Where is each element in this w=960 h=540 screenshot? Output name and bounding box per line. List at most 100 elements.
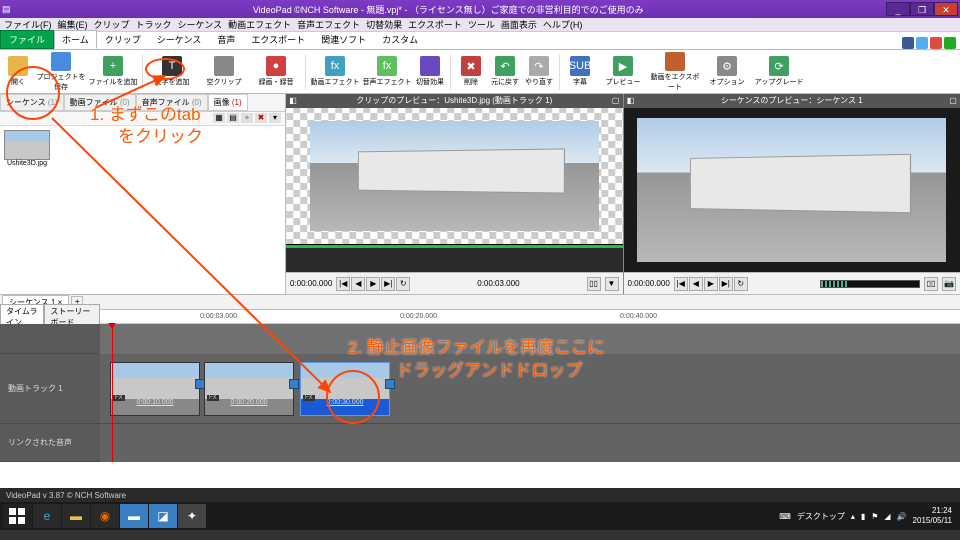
- bin-tab[interactable]: 動画ファイル (0): [64, 94, 136, 111]
- ribbon-button-label: 動画をエクスポート: [650, 72, 700, 92]
- tray-up-icon[interactable]: ▴: [851, 512, 855, 521]
- taskbar-explorer-icon[interactable]: ▬: [62, 504, 90, 528]
- playback-button[interactable]: ▶: [704, 277, 718, 291]
- seq-overlay-icon[interactable]: ▯▯: [924, 277, 938, 291]
- ribbon-button[interactable]: 切替効果: [414, 52, 446, 92]
- content-row: シーケンス (1)動画ファイル (0)音声ファイル (0)画像 (1) ▦ ▤ …: [0, 94, 960, 294]
- ribbon-button[interactable]: ⚙オプション: [702, 52, 752, 92]
- video-track[interactable]: 0:00:10.000FX0:00:20.000FX0:00:30.000FX: [100, 354, 960, 424]
- menu-item[interactable]: 画面表示: [501, 18, 537, 31]
- playback-button[interactable]: ◀: [351, 277, 365, 291]
- ribbon-tab[interactable]: 音声: [209, 30, 243, 49]
- bin-thumbnail[interactable]: Ushite3D.jpg: [4, 130, 50, 167]
- ribbon-tab[interactable]: カスタム: [374, 30, 426, 49]
- timeline-clip[interactable]: 0:00:10.000FX: [110, 362, 200, 416]
- ribbon-toolbar: 開くプロジェクトを保存+ファイルを追加T文字を追加空クリップ●録画・録音fx動画…: [0, 50, 960, 94]
- ribbon-tab[interactable]: ホーム: [54, 30, 97, 49]
- audio-track-label[interactable]: リンクされた音声: [0, 424, 100, 462]
- ribbon-button[interactable]: ↶元に戻す: [489, 52, 521, 92]
- clip-fx-badge[interactable]: FX: [113, 395, 125, 401]
- playback-button[interactable]: ↻: [396, 277, 410, 291]
- playhead[interactable]: [112, 324, 113, 462]
- bin-tool-icon[interactable]: ▤: [227, 113, 239, 123]
- bin-tab[interactable]: 画像 (1): [208, 94, 248, 111]
- gplus-icon[interactable]: [930, 37, 942, 49]
- tray-desktop-label[interactable]: デスクトップ: [797, 511, 845, 522]
- seq-snapshot-icon[interactable]: 📷: [942, 277, 956, 291]
- overlay-track[interactable]: [100, 324, 960, 354]
- twitter-icon[interactable]: [916, 37, 928, 49]
- ribbon-button[interactable]: fx音声エフェクト: [362, 52, 412, 92]
- file-tab[interactable]: ファイル: [0, 30, 54, 49]
- window-controls: _ ❐ ✕: [886, 2, 958, 16]
- close-button[interactable]: ✕: [934, 2, 958, 16]
- ribbon-button[interactable]: SUB字幕: [564, 52, 596, 92]
- clip-down-icon[interactable]: ▼: [605, 277, 619, 291]
- ribbon-button[interactable]: ✖削除: [455, 52, 487, 92]
- bin-menu-icon[interactable]: ▾: [269, 113, 281, 123]
- tray-flag-icon[interactable]: ⚑: [871, 512, 878, 521]
- ribbon-button[interactable]: +ファイルを追加: [88, 52, 138, 92]
- timeline-clip[interactable]: 0:00:20.000FX: [204, 362, 294, 416]
- ribbon-button[interactable]: ⟳アップグレード: [754, 52, 804, 92]
- clip-preview-filmstrip[interactable]: [286, 244, 623, 272]
- facebook-icon[interactable]: [902, 37, 914, 49]
- clip-fx-badge[interactable]: FX: [207, 395, 219, 401]
- playback-button[interactable]: |◀: [336, 277, 350, 291]
- video-track-label[interactable]: 動画トラック 1: [0, 354, 100, 424]
- seq-scrubber[interactable]: [820, 280, 920, 288]
- ribbon-button[interactable]: 空クリップ: [199, 52, 249, 92]
- share-icon[interactable]: [944, 37, 956, 49]
- menu-item[interactable]: ツール: [468, 18, 495, 31]
- ribbon-button[interactable]: ▶プレビュー: [598, 52, 648, 92]
- ribbon-tab[interactable]: エクスポート: [243, 30, 313, 49]
- ribbon-button[interactable]: ↷やり直す: [523, 52, 555, 92]
- ribbon-button[interactable]: fx動画エフェクト: [310, 52, 360, 92]
- ribbon-button[interactable]: ●録画・録音: [251, 52, 301, 92]
- ribbon-tab[interactable]: クリップ: [97, 30, 149, 49]
- clip-overlay-icon[interactable]: ▯▯: [587, 277, 601, 291]
- tray-keyboard-icon[interactable]: ⌨: [779, 512, 791, 521]
- taskbar-ie-icon[interactable]: e: [33, 504, 61, 528]
- clip-transition-handle[interactable]: [385, 379, 395, 389]
- menu-item[interactable]: ヘルプ(H): [543, 18, 583, 31]
- playback-button[interactable]: ▶|: [719, 277, 733, 291]
- playback-button[interactable]: ▶|: [381, 277, 395, 291]
- taskbar-videopad-icon[interactable]: ✦: [178, 504, 206, 528]
- ribbon-tab[interactable]: 関連ソフト: [313, 30, 374, 49]
- clip-transition-handle[interactable]: [289, 379, 299, 389]
- audio-track[interactable]: [100, 424, 960, 462]
- bin-tab[interactable]: 音声ファイル (0): [136, 94, 208, 111]
- playback-button[interactable]: ▶: [366, 277, 380, 291]
- bin-tab-count: (0): [118, 98, 130, 107]
- panel-pin-icon[interactable]: ◧: [286, 94, 300, 108]
- playback-button[interactable]: ↻: [734, 277, 748, 291]
- bin-body[interactable]: Ushite3D.jpg: [0, 126, 285, 294]
- ribbon-button-label: 元に戻す: [491, 77, 519, 87]
- ribbon-button[interactable]: 動画をエクスポート: [650, 52, 700, 92]
- bin-delete-icon[interactable]: ✖: [255, 113, 267, 123]
- tray-clock[interactable]: 21:24 2015/05/11: [913, 506, 952, 526]
- bin-add-icon[interactable]: +: [241, 113, 253, 123]
- tray-wifi-icon[interactable]: ◢: [884, 512, 890, 521]
- taskbar-app-icon[interactable]: ◪: [149, 504, 177, 528]
- tray-network-icon[interactable]: ▮: [861, 512, 865, 521]
- minimize-button[interactable]: _: [886, 2, 910, 16]
- timeline-scroll-area[interactable]: [0, 462, 960, 488]
- start-button[interactable]: [2, 504, 32, 528]
- ribbon-button-icon: +: [103, 56, 123, 76]
- bin-tool-icon[interactable]: ▦: [213, 113, 225, 123]
- taskbar-firefox-icon[interactable]: ◉: [91, 504, 119, 528]
- maximize-button[interactable]: ❐: [910, 2, 934, 16]
- playback-button[interactable]: |◀: [674, 277, 688, 291]
- panel-pin-icon[interactable]: ◧: [624, 94, 638, 108]
- panel-max-icon[interactable]: ▢: [609, 94, 623, 108]
- panel-max-icon[interactable]: ▢: [946, 94, 960, 108]
- status-text: VideoPad v 3.87 © NCH Software: [6, 491, 126, 500]
- taskbar-app-icon[interactable]: ▬: [120, 504, 148, 528]
- tray-volume-icon[interactable]: 🔊: [897, 512, 907, 521]
- playback-button[interactable]: ◀: [689, 277, 703, 291]
- ribbon-tab[interactable]: シーケンス: [149, 30, 210, 49]
- clip-fx-badge[interactable]: FX: [303, 395, 315, 401]
- timeline-tracks[interactable]: 0:00:10.000FX0:00:20.000FX0:00:30.000FX: [100, 324, 960, 462]
